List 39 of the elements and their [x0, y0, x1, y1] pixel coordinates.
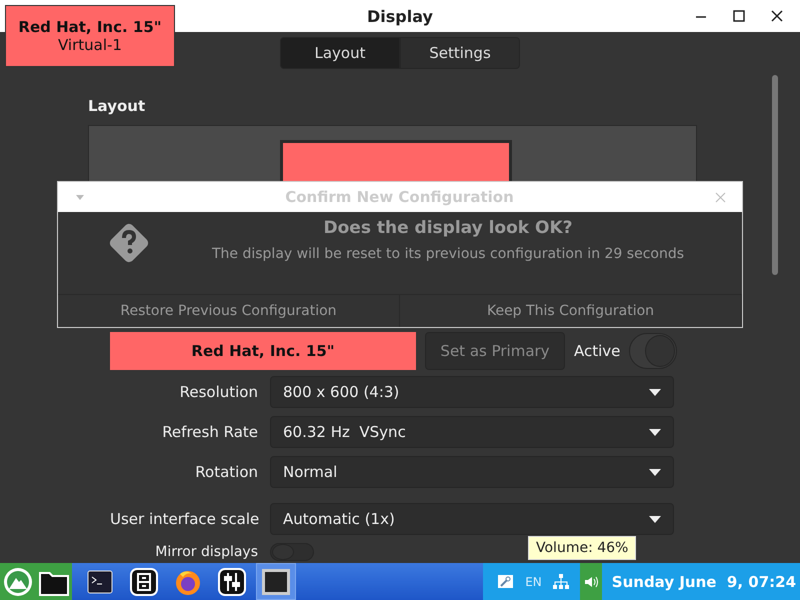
tab[interactable]: Settings	[400, 37, 520, 69]
section-title: Layout	[88, 97, 146, 115]
network-icon[interactable]	[552, 572, 570, 590]
dropdown[interactable]: 60.32 Hz VSync	[270, 416, 674, 448]
dropdown-arrow-icon	[649, 428, 661, 436]
taskbar-button[interactable]	[36, 563, 72, 600]
setting-label: Rotation	[194, 463, 258, 481]
monitor-name: Red Hat, Inc. 15"	[18, 18, 162, 36]
volume-button[interactable]	[580, 563, 602, 600]
dialog-heading: Does the display look OK?	[324, 218, 572, 238]
setting-label: User interface scale	[110, 510, 258, 528]
dropdown-arrow-icon	[649, 516, 661, 522]
mountain-icon	[3, 566, 33, 596]
taskbar-button[interactable]	[256, 563, 296, 600]
setting-label: Mirror displays	[154, 544, 258, 560]
sliders-icon	[218, 568, 246, 596]
dropdown[interactable]: Normal	[270, 456, 674, 488]
setting-label: Resolution	[178, 383, 258, 401]
dropdown-arrow-icon	[649, 468, 661, 476]
scrollbar[interactable]	[772, 75, 778, 275]
terminal-icon	[87, 570, 113, 594]
file-cabinet-icon	[130, 568, 158, 596]
window-title: Display	[367, 6, 433, 26]
start-button[interactable]	[0, 563, 36, 600]
setting-label: Refresh Rate	[161, 423, 258, 441]
dialog-message: The display will be reset to its previous configuration in 29 seconds	[212, 246, 684, 262]
window-thumbnail-icon	[261, 568, 291, 596]
menu-caret-icon[interactable]	[76, 194, 84, 200]
active-label: Active	[574, 342, 620, 360]
tab[interactable]: Layout	[280, 37, 400, 69]
dropdown[interactable]: Automatic (1x)	[270, 503, 674, 535]
connector-name: Virtual-1	[58, 36, 122, 54]
maximize-icon[interactable]	[732, 9, 746, 23]
volume-tooltip: Volume: 46%	[528, 536, 636, 560]
monitor-name-button[interactable]: Red Hat, Inc. 15"	[110, 332, 416, 370]
close-icon[interactable]	[770, 9, 784, 23]
dropdown[interactable]: 800 x 600 (4:3)	[270, 376, 674, 408]
dropdown-arrow-icon	[649, 388, 661, 396]
speaker-icon	[584, 574, 598, 588]
